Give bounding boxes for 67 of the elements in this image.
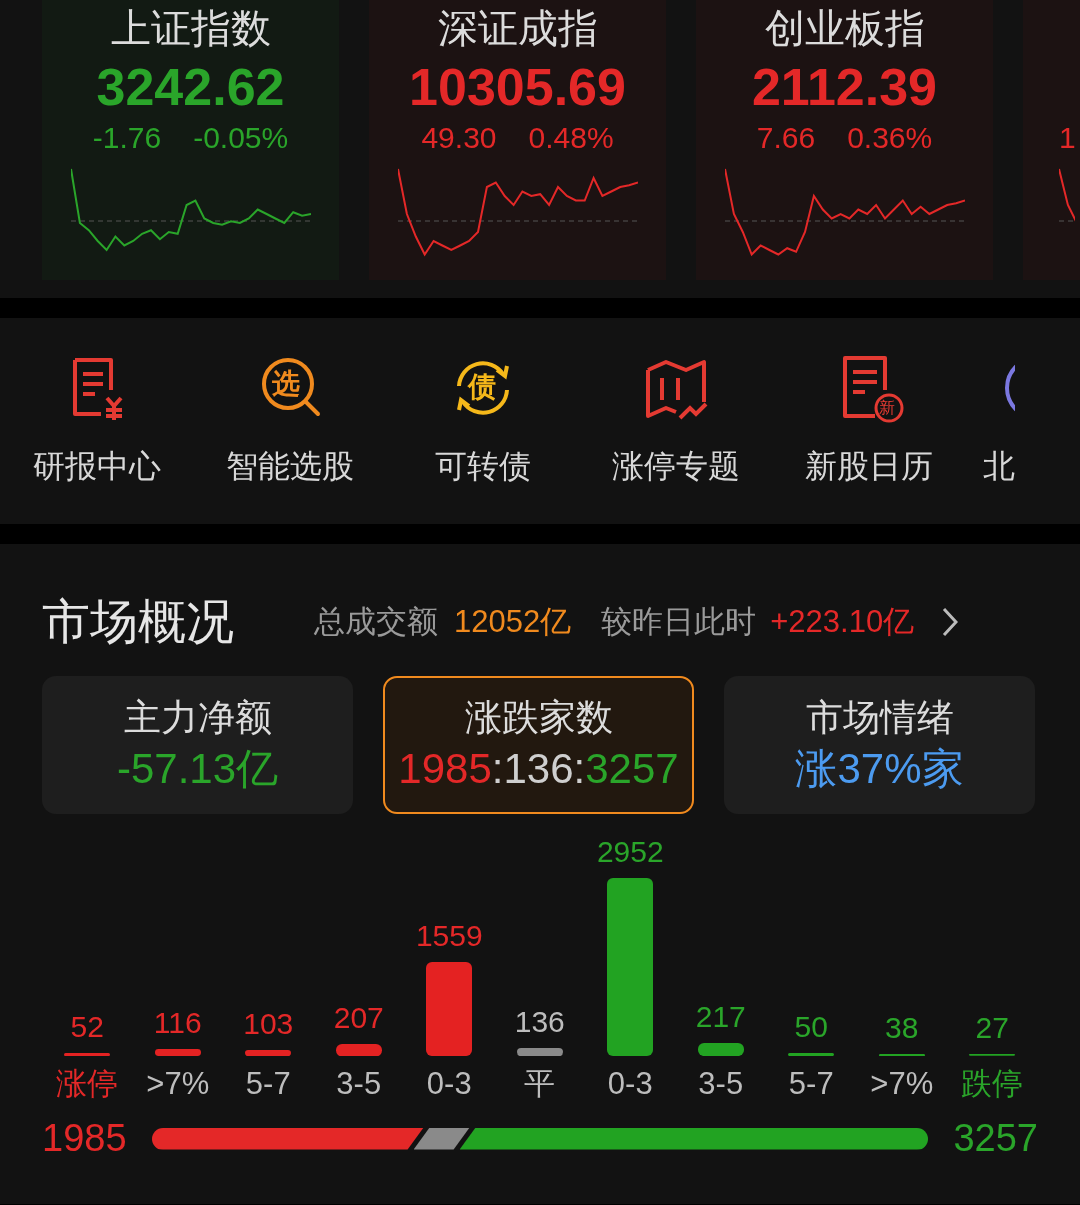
bar-category: >7% bbox=[146, 1065, 210, 1103]
section-title: 市场概况 bbox=[42, 594, 234, 650]
compare-label: 较昨日此时 bbox=[601, 602, 757, 641]
index-change: -1.76 bbox=[92, 120, 162, 156]
chevron-right-icon[interactable] bbox=[942, 607, 959, 637]
stat-value: : bbox=[573, 744, 586, 794]
bar-value: 52 bbox=[70, 1008, 104, 1045]
bar-value: 38 bbox=[885, 1009, 919, 1046]
index-value: 2112.39 bbox=[751, 57, 938, 118]
bar-category: 3-5 bbox=[698, 1065, 744, 1103]
shortcut-label[interactable]: 研报中心 bbox=[32, 444, 161, 488]
bar-category: 跌停 bbox=[961, 1065, 1024, 1103]
index-value: 3242.62 bbox=[96, 57, 285, 118]
bar-value: 27 bbox=[975, 1010, 1009, 1047]
index-value: 10305.69 bbox=[409, 57, 626, 118]
stat-card[interactable]: 市场情绪 涨37%家 bbox=[724, 676, 1035, 814]
index-change: 1 bbox=[1059, 120, 1076, 156]
stat-title: 市场情绪 bbox=[805, 696, 954, 740]
bar-value: 1559 bbox=[415, 918, 483, 954]
shortcut-label[interactable]: 智能选股 bbox=[225, 444, 354, 488]
index-name: 深证成指 bbox=[437, 5, 598, 52]
bar-category: 0-3 bbox=[607, 1065, 653, 1103]
turnover-label: 总成交额 bbox=[314, 602, 438, 641]
index-card[interactable]: 深证成指 10305.69 49.30 0.48% bbox=[369, 0, 666, 280]
index-name: 上证指数 bbox=[110, 5, 271, 52]
stat-value: 1985 bbox=[398, 744, 492, 794]
down-count: 3257 bbox=[952, 1116, 1038, 1161]
stat-title: 涨跌家数 bbox=[464, 696, 613, 740]
index-change: 7.66 bbox=[756, 120, 816, 156]
sparkline bbox=[1059, 166, 1075, 224]
bar-category: >7% bbox=[870, 1065, 934, 1103]
shortcut-label[interactable]: 涨停专题 bbox=[611, 444, 740, 488]
compare-value: +223.10亿 bbox=[770, 602, 915, 641]
index-card[interactable]: 创业板指 2112.39 7.66 0.36% bbox=[696, 0, 993, 280]
bar-category: 0-3 bbox=[426, 1065, 472, 1103]
bar-value: 116 bbox=[153, 1005, 202, 1041]
shortcut-label[interactable]: 新股日历 bbox=[804, 444, 933, 488]
shortcut-label[interactable]: 北 bbox=[983, 444, 1015, 488]
bar-category: 3-5 bbox=[336, 1065, 382, 1103]
shortcut-label[interactable]: 可转债 bbox=[434, 444, 531, 488]
index-card[interactable]: 1 bbox=[1023, 0, 1080, 280]
bar-value: 136 bbox=[514, 1003, 565, 1040]
bar-category: 平 bbox=[524, 1065, 556, 1103]
bar-value: 103 bbox=[243, 1005, 294, 1042]
index-change: 49.30 bbox=[421, 120, 497, 156]
stat-card[interactable]: 主力净额 -57.13亿 bbox=[42, 676, 353, 814]
stat-value: 3257 bbox=[585, 744, 679, 794]
bar-value: 207 bbox=[333, 999, 384, 1036]
index-percent: 0.48% bbox=[528, 120, 614, 156]
up-count: 1985 bbox=[42, 1116, 128, 1161]
bar-category: 5-7 bbox=[245, 1065, 291, 1103]
stat-title: 主力净额 bbox=[123, 696, 272, 740]
stat-card[interactable]: 涨跌家数 1985:136:3257 bbox=[383, 676, 694, 814]
stat-value: 涨37%家 bbox=[795, 744, 964, 794]
stat-value: -57.13亿 bbox=[116, 744, 279, 794]
index-card[interactable]: 上证指数 3242.62 -1.76 -0.05% bbox=[42, 0, 339, 280]
bar-category: 涨停 bbox=[56, 1065, 119, 1103]
bar-value: 2952 bbox=[596, 834, 664, 870]
index-name: 创业板指 bbox=[764, 5, 925, 52]
stat-value: : bbox=[491, 744, 504, 794]
turnover-value: 12052亿 bbox=[454, 602, 572, 641]
index-percent: 0.36% bbox=[847, 120, 933, 156]
bar-category: 5-7 bbox=[788, 1065, 834, 1103]
stat-value: 136 bbox=[503, 744, 574, 794]
bar-value: 217 bbox=[695, 998, 746, 1035]
index-percent: -0.05% bbox=[193, 120, 289, 156]
bar-value: 50 bbox=[794, 1009, 828, 1045]
